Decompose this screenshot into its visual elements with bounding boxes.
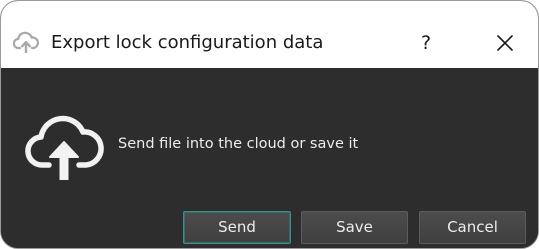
cloud-upload-icon xyxy=(13,31,39,53)
help-button[interactable]: ? xyxy=(409,27,443,59)
cancel-button[interactable]: Cancel xyxy=(419,211,526,244)
title-bar[interactable]: Export lock configuration data ? xyxy=(1,1,538,68)
dialog-title: Export lock configuration data xyxy=(51,32,324,53)
dialog-content: Send file into the cloud or save it Send… xyxy=(1,68,538,248)
save-button[interactable]: Save xyxy=(301,211,408,244)
cloud-upload-icon xyxy=(25,115,104,180)
close-icon xyxy=(497,35,513,51)
dialog-message: Send file into the cloud or save it xyxy=(118,136,359,152)
send-button[interactable]: Send xyxy=(183,211,291,244)
export-dialog: Export lock configuration data ? Send fi… xyxy=(0,0,539,249)
close-button[interactable] xyxy=(485,27,525,59)
